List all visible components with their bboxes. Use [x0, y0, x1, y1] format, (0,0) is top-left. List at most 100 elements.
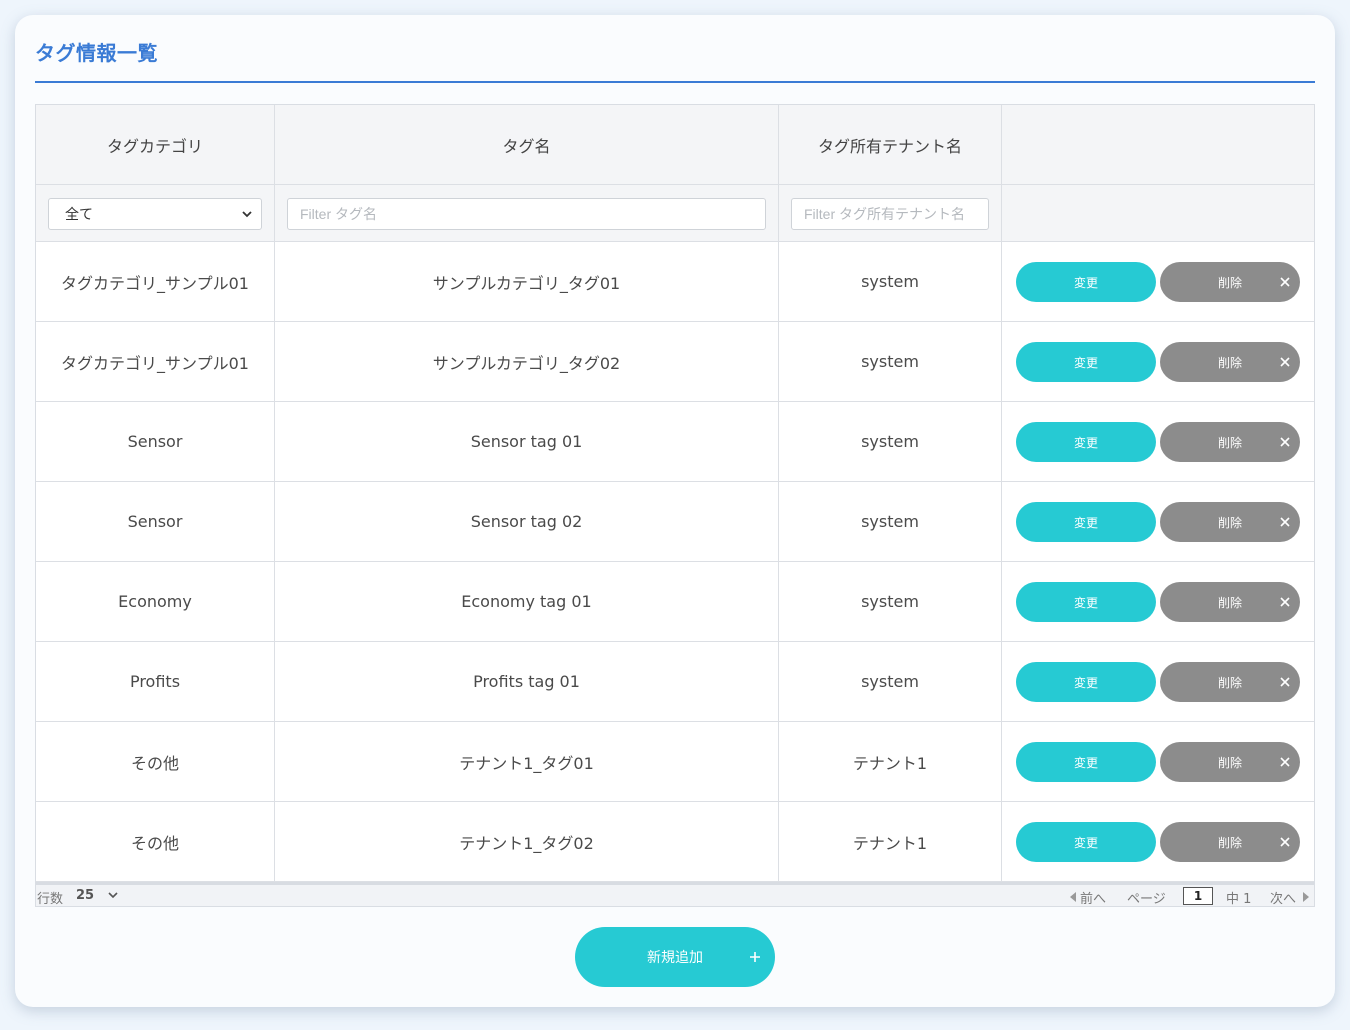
edit-button[interactable]: 変更 — [1016, 742, 1156, 782]
edit-label: 変更 — [1073, 275, 1098, 290]
prev-arrow-icon[interactable] — [1070, 892, 1076, 902]
rows-per-page-select[interactable]: 25 — [76, 888, 94, 903]
cell-tag-category: Sensor — [36, 402, 275, 481]
chevron-down-icon[interactable] — [108, 891, 118, 899]
delete-button[interactable]: 削除 — [1160, 422, 1300, 462]
cell-tag-name: Profits tag 01 — [275, 642, 779, 721]
filter-cell-category: 全て — [36, 185, 275, 241]
category-filter-select[interactable]: 全て — [48, 198, 262, 230]
category-filter-value: 全て — [65, 207, 93, 223]
delete-button[interactable]: 削除 — [1160, 822, 1300, 862]
table-row: Sensor Sensor tag 02 system 変更 削除 — [36, 482, 1314, 562]
table-row: タグカテゴリ_サンプル01 サンプルカテゴリ_タグ02 system 変更 削除 — [36, 322, 1314, 402]
cell-tag-category: タグカテゴリ_サンプル01 — [36, 322, 275, 401]
cell-actions: 変更 削除 — [1002, 482, 1314, 561]
table-row: その他 テナント1_タグ02 テナント1 変更 削除 — [36, 802, 1314, 882]
page-title: タグ情報一覧 — [35, 41, 158, 65]
table-row: Profits Profits tag 01 system 変更 削除 — [36, 642, 1314, 722]
cell-actions: 変更 削除 — [1002, 722, 1314, 801]
delete-button[interactable]: 削除 — [1160, 742, 1300, 782]
edit-label: 変更 — [1073, 435, 1098, 450]
close-icon — [1280, 677, 1290, 687]
cell-actions: 変更 削除 — [1002, 322, 1314, 401]
cell-tag-category: その他 — [36, 722, 275, 801]
edit-label: 変更 — [1073, 835, 1098, 850]
cell-tag-name: テナント1_タグ02 — [275, 802, 779, 881]
table-row: Sensor Sensor tag 01 system 変更 削除 — [36, 402, 1314, 482]
cell-tag-category: Sensor — [36, 482, 275, 561]
cell-tenant-name: system — [779, 402, 1002, 481]
cell-tag-name: サンプルカテゴリ_タグ01 — [275, 242, 779, 321]
add-new-label: 新規追加 — [647, 950, 703, 966]
cell-actions: 変更 削除 — [1002, 242, 1314, 321]
cell-actions: 変更 削除 — [1002, 642, 1314, 721]
next-arrow-icon[interactable] — [1303, 892, 1309, 902]
next-page-button[interactable]: 次へ — [1270, 888, 1296, 907]
header-tenant-name[interactable]: タグ所有テナント名 — [779, 105, 1002, 184]
title-divider — [35, 81, 1315, 83]
delete-label: 削除 — [1217, 755, 1242, 770]
delete-button[interactable]: 削除 — [1160, 502, 1300, 542]
delete-label: 削除 — [1217, 355, 1242, 370]
tag-name-filter-input[interactable] — [287, 198, 766, 230]
delete-button[interactable]: 削除 — [1160, 262, 1300, 302]
header-tag-category[interactable]: タグカテゴリ — [36, 105, 275, 184]
plus-icon — [750, 952, 760, 962]
edit-label: 変更 — [1073, 595, 1098, 610]
filter-row: 全て — [36, 185, 1314, 242]
delete-label: 削除 — [1217, 435, 1242, 450]
cell-actions: 変更 削除 — [1002, 562, 1314, 641]
cell-tag-name: テナント1_タグ01 — [275, 722, 779, 801]
cell-tag-name: Sensor tag 02 — [275, 482, 779, 561]
prev-page-button[interactable]: 前へ — [1080, 888, 1106, 907]
close-icon — [1280, 517, 1290, 527]
cell-tag-name: Sensor tag 01 — [275, 402, 779, 481]
edit-button[interactable]: 変更 — [1016, 582, 1156, 622]
add-new-button[interactable]: 新規追加 — [575, 927, 775, 987]
header-tag-name[interactable]: タグ名 — [275, 105, 779, 184]
rows-per-page-label: 行数 — [37, 892, 64, 907]
current-page-input[interactable]: 1 — [1183, 887, 1213, 905]
delete-button[interactable]: 削除 — [1160, 662, 1300, 702]
pagination-bar: 行数 25 前へ ページ 1 中 1 次へ — [36, 882, 1314, 907]
close-icon — [1280, 437, 1290, 447]
cell-tenant-name: テナント1 — [779, 722, 1002, 801]
edit-label: 変更 — [1073, 675, 1098, 690]
cell-actions: 変更 削除 — [1002, 402, 1314, 481]
cell-tag-name: サンプルカテゴリ_タグ02 — [275, 322, 779, 401]
tag-list-panel: タグ情報一覧 タグカテゴリ タグ名 タグ所有テナント名 全て Filter タグ… — [15, 15, 1335, 1007]
edit-label: 変更 — [1073, 755, 1098, 770]
edit-button[interactable]: 変更 — [1016, 262, 1156, 302]
cell-tenant-name: system — [779, 242, 1002, 321]
delete-label: 削除 — [1217, 675, 1242, 690]
delete-label: 削除 — [1217, 595, 1242, 610]
cell-tenant-name: テナント1 — [779, 802, 1002, 881]
edit-button[interactable]: 変更 — [1016, 502, 1156, 542]
delete-button[interactable]: 削除 — [1160, 342, 1300, 382]
filter-cell-tenant — [779, 185, 1002, 241]
tenant-filter-input[interactable] — [791, 198, 989, 230]
close-icon — [1280, 357, 1290, 367]
edit-button[interactable]: 変更 — [1016, 422, 1156, 462]
delete-label: 削除 — [1217, 275, 1242, 290]
cell-actions: 変更 削除 — [1002, 802, 1314, 881]
cell-tenant-name: system — [779, 562, 1002, 641]
delete-button[interactable]: 削除 — [1160, 582, 1300, 622]
page-label: ページ — [1127, 892, 1166, 907]
edit-button[interactable]: 変更 — [1016, 662, 1156, 702]
table-header: タグカテゴリ タグ名 タグ所有テナント名 — [36, 105, 1314, 185]
filter-cell-actions — [1002, 185, 1314, 241]
cell-tag-name: Economy tag 01 — [275, 562, 779, 641]
cell-tenant-name: system — [779, 482, 1002, 561]
cell-tag-category: Profits — [36, 642, 275, 721]
header-actions — [1002, 105, 1314, 184]
cell-tag-category: その他 — [36, 802, 275, 881]
edit-button[interactable]: 変更 — [1016, 342, 1156, 382]
table-row: Economy Economy tag 01 system 変更 削除 — [36, 562, 1314, 642]
close-icon — [1280, 597, 1290, 607]
edit-label: 変更 — [1073, 355, 1098, 370]
close-icon — [1280, 837, 1290, 847]
edit-button[interactable]: 変更 — [1016, 822, 1156, 862]
edit-label: 変更 — [1073, 515, 1098, 530]
filter-cell-tag-name — [275, 185, 779, 241]
